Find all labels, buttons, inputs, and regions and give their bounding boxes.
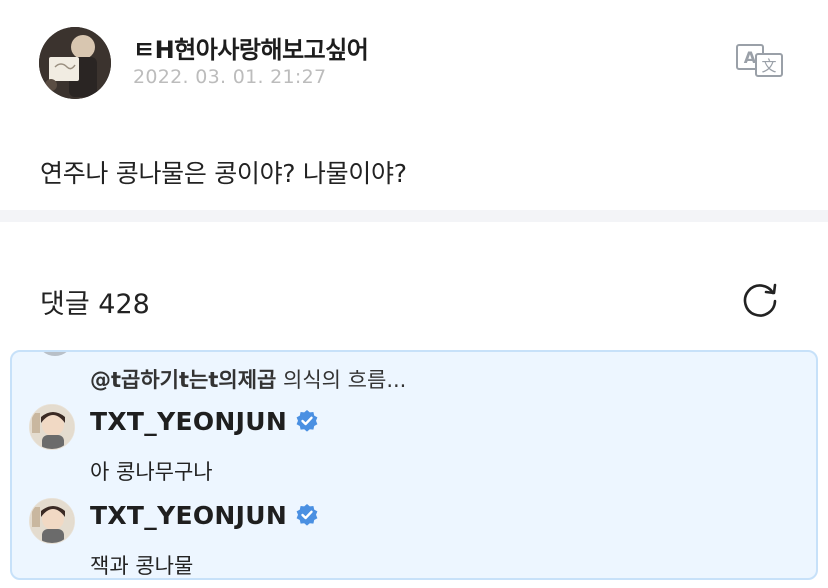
refresh-icon (743, 283, 777, 317)
svg-text:文: 文 (761, 57, 776, 75)
commenter-name-text: TXT_YEONJUN (90, 501, 288, 530)
refresh-button[interactable] (740, 279, 780, 319)
commenter-avatar[interactable] (29, 498, 75, 544)
post-timestamp: 2022. 03. 01. 21:27 (133, 66, 327, 88)
verified-badge-icon (296, 504, 318, 526)
post-body: 연주나 콩나물은 콩이야? 나물이야? (40, 159, 407, 188)
user-photo-avatar-icon (30, 499, 74, 543)
commenter-name[interactable]: TXT_YEONJUN (90, 407, 319, 436)
verified-badge-icon (296, 410, 318, 432)
user-photo-avatar-icon (30, 405, 74, 449)
author-avatar[interactable] (39, 27, 111, 99)
comments-count-title: 댓글 428 (40, 289, 150, 320)
reply-quote: 의식의 흐름... (283, 368, 407, 392)
comment-text: 잭과 콩나물 (90, 554, 194, 578)
section-divider (0, 210, 828, 222)
translate-icon: A 文 (736, 44, 783, 77)
reply-mention[interactable]: @t곱하기t는t의제곱 (90, 368, 276, 392)
commenter-name[interactable]: TXT_YEONJUN (90, 501, 319, 530)
artist-comment-thread[interactable]: @t곱하기t는t의제곱 의식의 흐름... TXT_YEONJUN 아 콩나무구… (10, 350, 818, 580)
previous-comment-avatar (38, 352, 72, 356)
svg-text:A: A (744, 48, 757, 67)
comment-item[interactable]: TXT_YEONJUN 아 콩나무구나 (12, 404, 816, 494)
reply-reference[interactable]: @t곱하기t는t의제곱 의식의 흐름... (90, 364, 406, 394)
comment-text: 아 콩나무구나 (90, 460, 213, 484)
commenter-avatar[interactable] (29, 404, 75, 450)
user-photo-avatar-icon (39, 27, 111, 99)
commenter-name-text: TXT_YEONJUN (90, 407, 288, 436)
post-header: ㅌH현아사랑해보고싶어 2022. 03. 01. 21:27 A 文 (0, 0, 828, 120)
translate-button[interactable]: A 文 (736, 44, 786, 78)
comment-item[interactable]: TXT_YEONJUN 잭과 콩나물 (12, 498, 816, 578)
post-author[interactable]: ㅌH현아사랑해보고싶어 (133, 30, 369, 65)
